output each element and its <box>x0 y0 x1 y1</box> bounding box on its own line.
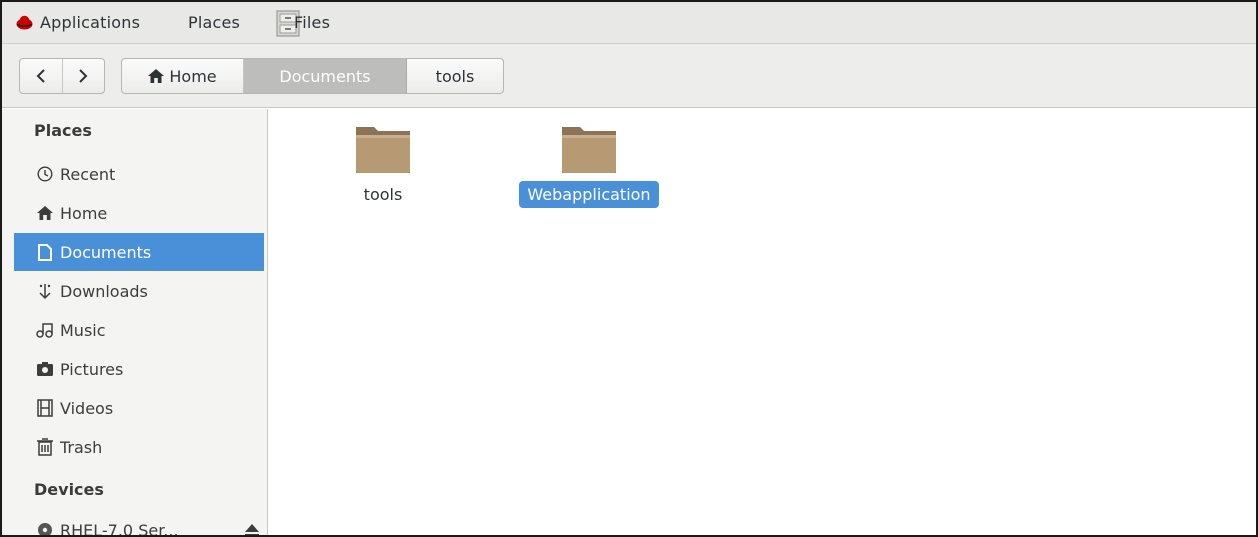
sidebar-device-label: RHEL-7.0 Ser... <box>60 520 179 537</box>
breadcrumb-home[interactable]: Home <box>122 59 244 93</box>
sidebar-item-label: Recent <box>60 164 116 184</box>
sidebar-item-downloads[interactable]: Downloads <box>14 272 264 310</box>
download-icon <box>36 282 54 300</box>
folder-icon <box>356 127 410 173</box>
sidebar-item-documents[interactable]: Documents <box>14 233 264 271</box>
home-icon <box>148 69 165 83</box>
document-icon <box>36 243 54 261</box>
home-icon <box>36 204 54 222</box>
file-item-tools[interactable]: tools <box>343 123 423 208</box>
chevron-right-icon <box>79 69 88 83</box>
folder-icon <box>562 127 616 173</box>
back-button[interactable] <box>20 59 62 93</box>
sidebar-item-label: Trash <box>60 437 103 457</box>
file-name: Webapplication <box>519 181 659 208</box>
places-header: Places <box>34 121 92 140</box>
breadcrumb-documents[interactable]: Documents <box>244 59 407 93</box>
sidebar-device-rhel[interactable]: RHEL-7.0 Ser... <box>14 511 264 537</box>
file-item-webapplication[interactable]: Webapplication <box>509 123 669 208</box>
clock-icon <box>36 165 54 183</box>
forward-button[interactable] <box>61 59 105 93</box>
sidebar-item-videos[interactable]: Videos <box>14 389 264 427</box>
sidebar-item-label: Music <box>60 320 106 340</box>
navigation-buttons <box>19 58 105 94</box>
breadcrumb: Home Documents tools <box>121 58 504 94</box>
file-manager-window: Applications Places Files Home Documents… <box>0 0 1258 537</box>
breadcrumb-tools[interactable]: tools <box>407 59 503 93</box>
files-app-menu[interactable]: Files <box>294 2 330 44</box>
applications-menu[interactable]: Applications <box>40 2 140 44</box>
music-icon <box>36 321 54 339</box>
breadcrumb-home-label: Home <box>169 66 217 86</box>
sidebar-item-music[interactable]: Music <box>14 311 264 349</box>
places-menu[interactable]: Places <box>188 2 240 44</box>
top-panel: Applications Places Files <box>2 2 1256 44</box>
sidebar-item-label: Downloads <box>60 281 148 301</box>
sidebar: Places Recent Home Documents Downloads M… <box>2 109 268 537</box>
devices-header: Devices <box>34 480 104 499</box>
file-name: tools <box>363 185 403 204</box>
chevron-left-icon <box>36 69 45 83</box>
redhat-logo-icon <box>16 15 33 30</box>
sidebar-item-recent[interactable]: Recent <box>14 155 264 193</box>
trash-icon <box>36 438 54 456</box>
sidebar-item-label: Home <box>60 203 108 223</box>
sidebar-item-label: Pictures <box>60 359 124 379</box>
sidebar-item-label: Videos <box>60 398 114 418</box>
sidebar-item-pictures[interactable]: Pictures <box>14 350 264 388</box>
file-view: tools Webapplication <box>269 109 1256 535</box>
camera-icon <box>36 360 54 378</box>
sidebar-item-home[interactable]: Home <box>14 194 264 232</box>
sidebar-item-label: Documents <box>60 242 152 262</box>
disc-icon <box>36 521 54 535</box>
eject-icon[interactable] <box>244 523 260 537</box>
film-icon <box>36 399 54 417</box>
sidebar-item-trash[interactable]: Trash <box>14 428 264 466</box>
toolbar: Home Documents tools <box>2 44 1256 108</box>
